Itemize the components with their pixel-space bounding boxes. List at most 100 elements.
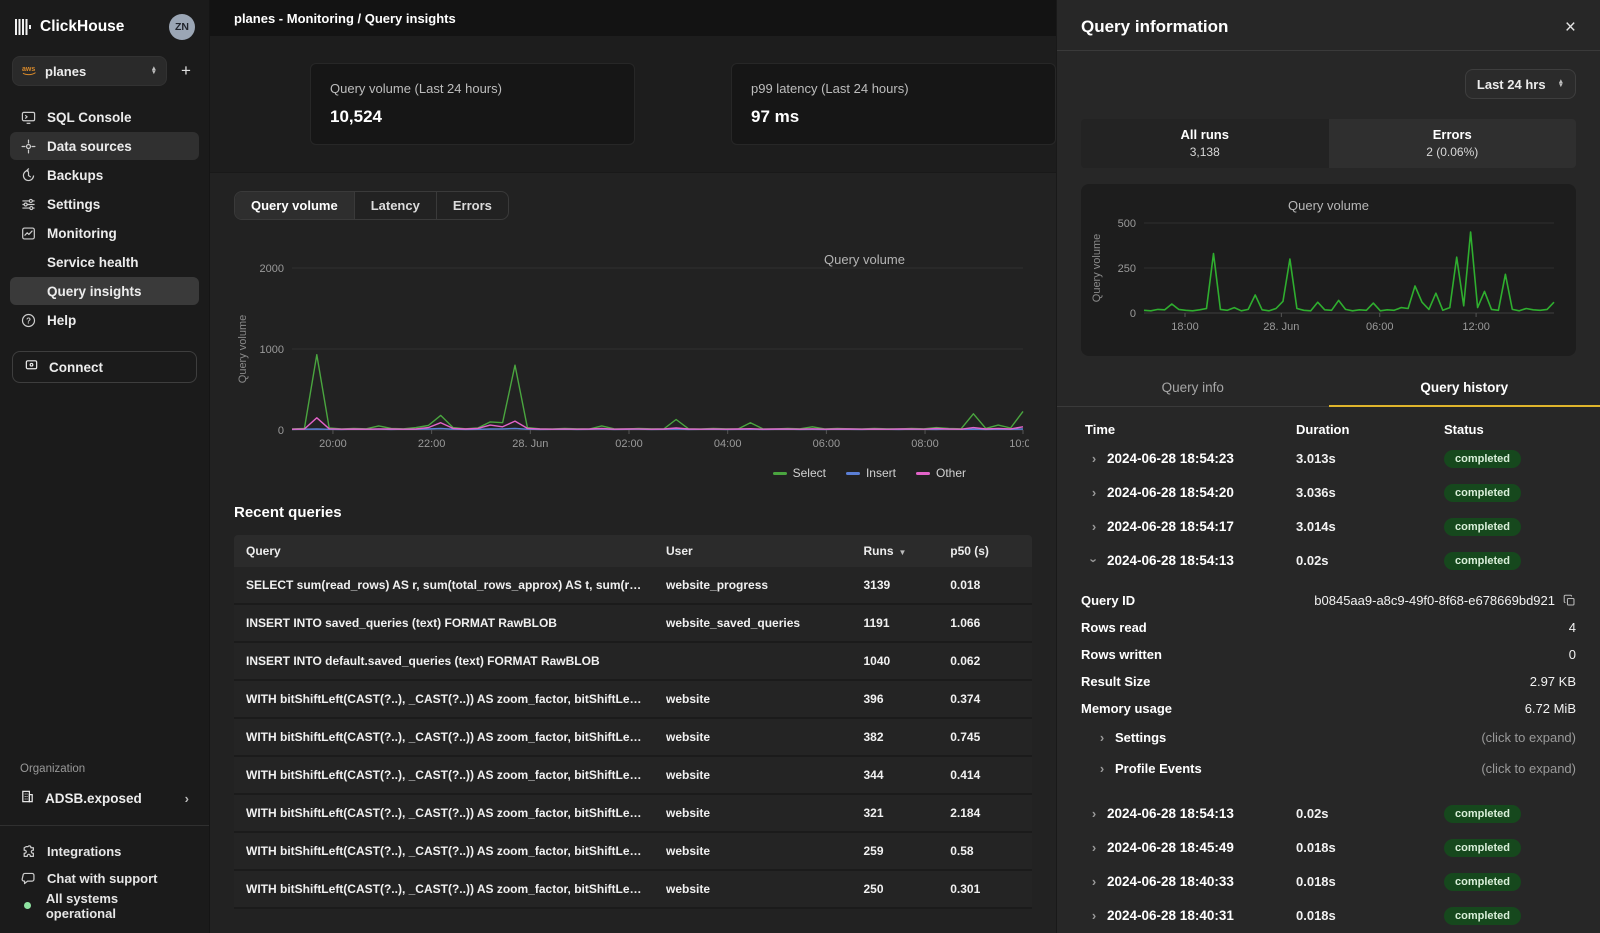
status-badge: completed xyxy=(1444,450,1521,468)
history-duration: 3.036s xyxy=(1296,485,1444,500)
help-icon: ? xyxy=(20,313,36,328)
query-cell: INSERT INTO default.saved_queries (text)… xyxy=(234,642,654,680)
recent-queries-section: Recent queries Query User Runs▼ p50 (s) … xyxy=(234,504,1032,909)
sidebar-item-label: Monitoring xyxy=(47,226,117,241)
column-header-query[interactable]: Query xyxy=(234,535,654,567)
history-column-duration: Duration xyxy=(1296,422,1444,437)
history-row[interactable]: ›2024-06-28 18:40:310.018scompleted xyxy=(1081,898,1576,932)
query-table-row[interactable]: WITH bitShiftLeft(CAST(?..), _CAST(?..))… xyxy=(234,794,1032,832)
query-table-row[interactable]: WITH bitShiftLeft(CAST(?..), _CAST(?..))… xyxy=(234,832,1032,870)
organization-item[interactable]: ADSB.exposed › xyxy=(10,783,199,813)
history-duration: 3.014s xyxy=(1296,519,1444,534)
stats-band: Query volume (Last 24 hours) 10,524 p99 … xyxy=(210,36,1056,173)
clickhouse-logo-icon[interactable] xyxy=(14,18,32,36)
user-cell: website xyxy=(654,794,852,832)
chevron-right-icon: › xyxy=(1081,485,1107,500)
sidebar-item-settings[interactable]: Settings xyxy=(10,190,199,218)
recent-queries-title: Recent queries xyxy=(234,504,1032,521)
legend-item-insert[interactable]: Insert xyxy=(846,466,896,480)
runs-cell: 321 xyxy=(852,794,939,832)
segment-all-runs[interactable]: All runs 3,138 xyxy=(1081,119,1329,168)
sort-desc-icon: ▼ xyxy=(899,548,907,557)
column-header-runs[interactable]: Runs▼ xyxy=(852,535,939,567)
tab-query-info[interactable]: Query info xyxy=(1057,370,1329,406)
user-cell: website xyxy=(654,870,852,908)
copy-icon[interactable] xyxy=(1563,594,1576,607)
time-range-select[interactable]: Last 24 hrs ▲▼ xyxy=(1465,69,1576,99)
history-row[interactable]: ›2024-06-28 18:40:330.018scompleted xyxy=(1081,864,1576,898)
footer-item-integrations[interactable]: Integrations xyxy=(10,838,199,865)
query-table-row[interactable]: INSERT INTO default.saved_queries (text)… xyxy=(234,642,1032,680)
organization-icon xyxy=(20,789,35,807)
legend-label: Insert xyxy=(866,466,896,480)
query-table-row[interactable]: WITH bitShiftLeft(CAST(?..), _CAST(?..))… xyxy=(234,870,1032,908)
history-row[interactable]: ›2024-06-28 18:54:130.02scompleted xyxy=(1081,543,1576,577)
p50-cell: 0.062 xyxy=(938,642,1032,680)
tab-query-history[interactable]: Query history xyxy=(1329,370,1600,406)
footer-item-all-systems-operational[interactable]: All systems operational xyxy=(10,892,199,919)
detail-row-profile-events[interactable]: ›Profile Events(click to expand) xyxy=(1081,753,1576,784)
runs-cell: 396 xyxy=(852,680,939,718)
query-table-row[interactable]: WITH bitShiftLeft(CAST(?..), _CAST(?..))… xyxy=(234,718,1032,756)
legend-item-other[interactable]: Other xyxy=(916,466,966,480)
tab-errors[interactable]: Errors xyxy=(437,192,508,219)
detail-label-text: Profile Events xyxy=(1115,761,1202,776)
integrations-icon xyxy=(20,844,36,859)
close-icon[interactable]: × xyxy=(1565,18,1576,37)
query-table-row[interactable]: WITH bitShiftLeft(CAST(?..), _CAST(?..))… xyxy=(234,756,1032,794)
main-content: Query volumeLatencyErrors Query volume 0… xyxy=(210,173,1056,933)
svg-text:06:00: 06:00 xyxy=(1365,321,1393,333)
column-header-p50[interactable]: p50 (s) xyxy=(938,535,1032,567)
user-cell: website xyxy=(654,680,852,718)
svg-text:aws: aws xyxy=(22,66,35,73)
history-row[interactable]: ›2024-06-28 18:54:203.036scompleted xyxy=(1081,475,1576,509)
runs-cell: 250 xyxy=(852,870,939,908)
legend-item-select[interactable]: Select xyxy=(773,466,826,480)
legend-label: Other xyxy=(936,466,966,480)
sidebar-item-service-health[interactable]: Service health xyxy=(10,248,199,276)
query-cell: WITH bitShiftLeft(CAST(?..), _CAST(?..))… xyxy=(234,756,654,794)
detail-value-text: b0845aa9-a8c9-49f0-8f68-e678669bd921 xyxy=(1314,593,1555,608)
status-dot-icon xyxy=(24,902,31,909)
history-time: 2024-06-28 18:40:33 xyxy=(1107,874,1234,889)
sidebar-item-query-insights[interactable]: Query insights xyxy=(10,277,199,305)
chart-title: Query volume xyxy=(824,252,905,267)
sidebar-item-backups[interactable]: Backups xyxy=(10,161,199,189)
footer-item-chat-with-support[interactable]: Chat with support xyxy=(10,865,199,892)
stat-value: 97 ms xyxy=(751,107,1036,127)
runs-cell: 382 xyxy=(852,718,939,756)
aws-icon: aws xyxy=(22,64,37,79)
history-row[interactable]: ›2024-06-28 18:45:490.018scompleted xyxy=(1081,830,1576,864)
detail-label-text: Memory usage xyxy=(1081,701,1172,716)
user-avatar[interactable]: ZN xyxy=(169,14,195,40)
column-header-user[interactable]: User xyxy=(654,535,852,567)
sidebar-item-help[interactable]: ?Help xyxy=(10,306,199,334)
query-table-row[interactable]: WITH bitShiftLeft(CAST(?..), _CAST(?..))… xyxy=(234,680,1032,718)
service-select[interactable]: aws planes ▲▼ xyxy=(12,56,167,86)
tab-query-volume[interactable]: Query volume xyxy=(235,192,355,219)
history-row[interactable]: ›2024-06-28 18:54:233.013scompleted xyxy=(1081,441,1576,475)
mini-chart-title: Query volume xyxy=(1081,198,1576,213)
connect-button[interactable]: Connect xyxy=(12,351,197,383)
add-service-button[interactable]: + xyxy=(175,61,197,81)
chart-tabs: Query volumeLatencyErrors xyxy=(234,191,509,220)
svg-text:12:00: 12:00 xyxy=(1462,321,1490,333)
p50-cell: 0.414 xyxy=(938,756,1032,794)
history-row[interactable]: ›2024-06-28 18:54:130.02scompleted xyxy=(1081,796,1576,830)
segment-errors[interactable]: Errors 2 (0.06%) xyxy=(1329,119,1577,168)
svg-text:22:00: 22:00 xyxy=(418,438,446,450)
detail-row-settings[interactable]: ›Settings(click to expand) xyxy=(1081,722,1576,753)
tab-latency[interactable]: Latency xyxy=(355,192,437,219)
query-table-row[interactable]: INSERT INTO saved_queries (text) FORMAT … xyxy=(234,604,1032,642)
query-table-row[interactable]: SELECT sum(read_rows) AS r, sum(total_ro… xyxy=(234,567,1032,604)
status-badge: completed xyxy=(1444,839,1521,857)
sidebar-item-data-sources[interactable]: Data sources xyxy=(10,132,199,160)
sidebar-item-monitoring[interactable]: Monitoring xyxy=(10,219,199,247)
status-badge: completed xyxy=(1444,518,1521,536)
status-badge: completed xyxy=(1444,873,1521,891)
history-row[interactable]: ›2024-06-28 18:54:173.014scompleted xyxy=(1081,509,1576,543)
svg-text:2000: 2000 xyxy=(260,263,284,275)
user-cell: website_saved_queries xyxy=(654,604,852,642)
detail-row-rows-read: Rows read4 xyxy=(1081,614,1576,641)
sidebar-item-sql-console[interactable]: SQL Console xyxy=(10,103,199,131)
